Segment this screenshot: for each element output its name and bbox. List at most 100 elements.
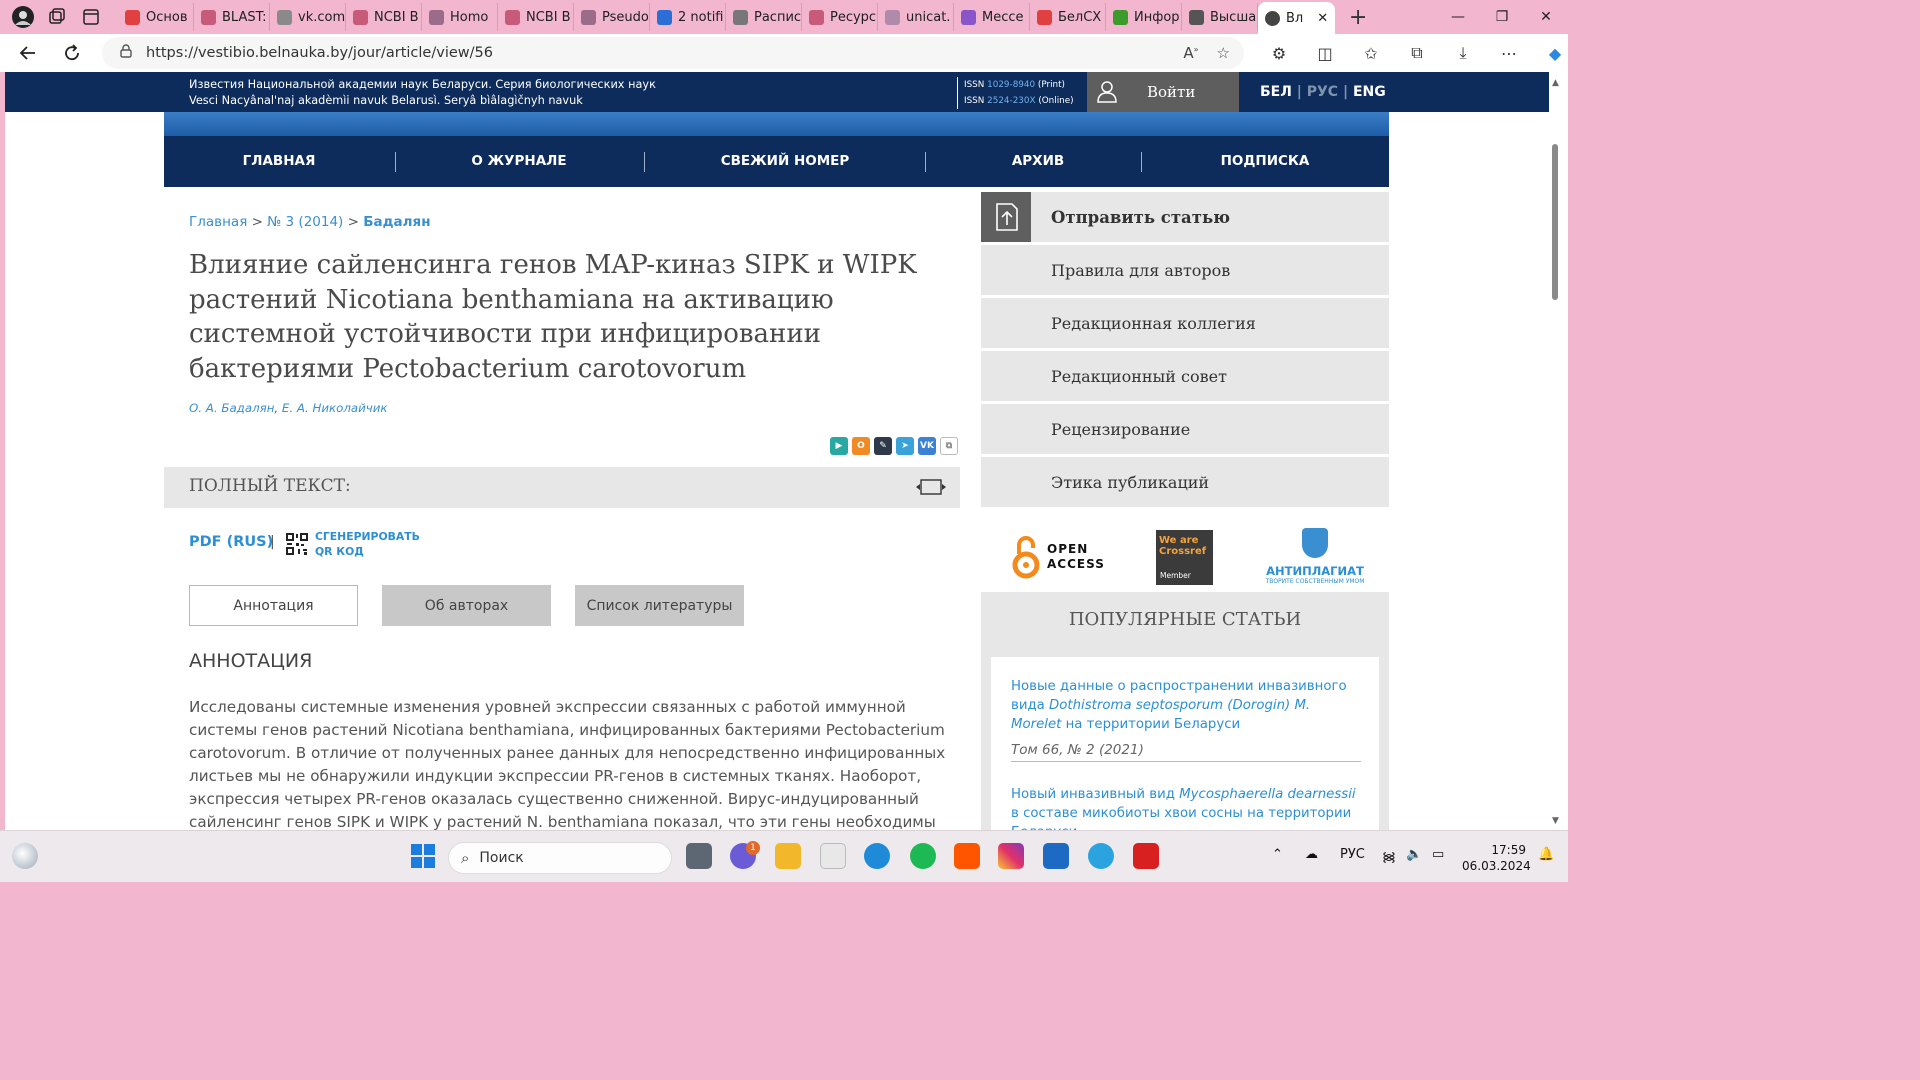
browser-tab[interactable]: Инфор <box>1106 3 1182 31</box>
scroll-up-icon[interactable]: ▲ <box>1552 78 1559 88</box>
browser-tab[interactable]: BLAST: <box>194 3 270 31</box>
close-window-button[interactable]: ✕ <box>1524 0 1568 34</box>
maximize-button[interactable]: ❐ <box>1480 0 1524 34</box>
nav-current-issue[interactable]: СВЕЖИЙ НОМЕР <box>704 153 866 169</box>
tab-authors[interactable]: Об авторах <box>382 585 551 626</box>
sidebar-item-author-rules[interactable]: Правила для авторов <box>981 245 1389 295</box>
system-clock[interactable]: 17:59 06.03.2024 <box>1462 842 1531 874</box>
onedrive-icon[interactable]: ☁ <box>1305 847 1318 862</box>
nav-archive[interactable]: АРХИВ <box>964 153 1112 169</box>
browser-tab[interactable]: Высша <box>1182 3 1258 31</box>
wifi-icon[interactable]: ᯼ <box>1382 847 1396 865</box>
file-explorer-icon[interactable] <box>775 843 801 869</box>
extensions-icon[interactable]: ⚙ <box>1256 44 1302 63</box>
refresh-icon[interactable] <box>50 36 94 70</box>
issn-print-link[interactable]: 1029-8940 <box>987 80 1035 90</box>
weather-icon[interactable] <box>12 843 38 869</box>
scrollbar-thumb[interactable] <box>1552 144 1558 300</box>
telegram-icon[interactable] <box>1088 843 1114 869</box>
expand-viewer-icon[interactable] <box>916 479 946 495</box>
microsoft-store-icon[interactable] <box>820 843 846 869</box>
popular-item-link[interactable]: Новый инвазивный вид Mycosphaerella dear… <box>1011 785 1361 830</box>
workspaces-icon[interactable] <box>44 4 70 30</box>
crossref-member-badge[interactable]: We are Crossref Member <box>1156 530 1213 585</box>
windows-start-icon[interactable] <box>410 843 436 869</box>
page-scrollbar[interactable]: ▲ ▼ <box>1549 72 1568 830</box>
back-icon[interactable] <box>6 36 50 70</box>
sidebar-item-editorial-council[interactable]: Редакционный совет <box>981 351 1389 401</box>
share-livejournal-pen-icon[interactable]: ✎ <box>874 437 892 455</box>
copilot-icon[interactable]: ◆ <box>1532 44 1578 63</box>
tab-references[interactable]: Список литературы <box>575 585 744 626</box>
taskbar-search[interactable]: ⌕ Поиск <box>448 842 672 874</box>
browser-tab[interactable]: vk.com <box>270 3 346 31</box>
keyboard-language[interactable]: РУС <box>1340 847 1365 862</box>
lang-bel[interactable]: БЕЛ <box>1260 84 1292 100</box>
browser-tab[interactable]: Pseudo <box>574 3 650 31</box>
task-view-icon[interactable] <box>686 843 712 869</box>
favorites-icon[interactable]: ✩ <box>1348 44 1394 63</box>
author-link[interactable]: О. А. Бадалян <box>189 401 274 415</box>
read-aloud-icon[interactable]: A» <box>1183 44 1198 62</box>
browser-tab[interactable]: БелСХ <box>1030 3 1106 31</box>
tab-active[interactable]: Вл ✕ <box>1258 2 1336 34</box>
word-icon[interactable] <box>1043 843 1069 869</box>
share-vk-icon[interactable]: VK <box>918 437 936 455</box>
share-telegram-icon[interactable]: ➤ <box>896 437 914 455</box>
open-access-logo[interactable]: OPEN ACCESS <box>1011 534 1105 580</box>
volume-icon[interactable]: 🔈 <box>1406 847 1422 862</box>
generate-qr-link[interactable]: СГЕНЕРИРОВАТЬ QR КОД <box>315 529 420 559</box>
split-screen-icon[interactable]: ◫ <box>1302 44 1348 63</box>
issn-online-link[interactable]: 2524-230X <box>987 96 1035 106</box>
browser-tab[interactable]: Homo <box>422 3 498 31</box>
soundcloud-icon[interactable] <box>954 843 980 869</box>
popular-item-link[interactable]: Новые данные о распространении инвазивно… <box>1011 677 1361 734</box>
spotify-icon[interactable] <box>910 843 936 869</box>
sidebar-item-review[interactable]: Рецензирование <box>981 404 1389 454</box>
acrobat-icon[interactable] <box>1133 843 1159 869</box>
lock-icon[interactable] <box>120 44 132 62</box>
pdf-link[interactable]: PDF (RUS) <box>189 534 273 550</box>
tab-actions-icon[interactable] <box>78 4 104 30</box>
close-tab-icon[interactable]: ✕ <box>1317 11 1328 26</box>
login-button[interactable]: Войти <box>1087 72 1239 112</box>
browser-tab[interactable]: Распис <box>726 3 802 31</box>
share-livejournal-icon[interactable]: ▶ <box>830 437 848 455</box>
share-odnoklassniki-icon[interactable]: О <box>852 437 870 455</box>
browser-tab[interactable]: Основ <box>118 3 194 31</box>
notifications-icon[interactable]: 🔔 <box>1538 847 1554 862</box>
browser-tab[interactable]: Мессе <box>954 3 1030 31</box>
sidebar-item-editorial-board[interactable]: Редакционная коллегия <box>981 298 1389 348</box>
tab-abstract[interactable]: Аннотация <box>189 585 358 626</box>
browser-tab[interactable]: NCBI B <box>346 3 422 31</box>
nav-home[interactable]: ГЛАВНАЯ <box>206 153 352 169</box>
sidebar-item-ethics[interactable]: Этика публикаций <box>981 457 1389 507</box>
antiplagiat-logo[interactable]: АНТИПЛАГИАТ ТВОРИТЕ СОБСТВЕННЫМ УМОМ <box>1265 528 1365 585</box>
instagram-icon[interactable] <box>998 843 1024 869</box>
collections-icon[interactable]: ⧉ <box>1394 43 1440 63</box>
lang-rus[interactable]: РУС <box>1307 84 1338 100</box>
author-link[interactable]: Е. А. Николайчик <box>282 401 388 415</box>
profile-avatar-icon[interactable] <box>10 4 36 30</box>
more-icon[interactable]: ⋯ <box>1486 44 1532 63</box>
browser-tab[interactable]: unicat. <box>878 3 954 31</box>
lang-eng[interactable]: ENG <box>1353 84 1386 100</box>
browser-tab[interactable]: 2 notifi <box>650 3 726 31</box>
sidebar-item-submit[interactable]: Отправить статью <box>981 192 1389 242</box>
battery-icon[interactable]: ▭ <box>1432 847 1444 862</box>
browser-tab[interactable]: NCBI B <box>498 3 574 31</box>
breadcrumb-issue[interactable]: № 3 (2014) <box>267 214 343 230</box>
chevron-up-icon[interactable]: ⌃ <box>1272 847 1283 862</box>
nav-subscription[interactable]: ПОДПИСКА <box>1192 153 1338 169</box>
qr-code-icon[interactable] <box>285 532 309 556</box>
scroll-down-icon[interactable]: ▼ <box>1552 816 1559 826</box>
browser-tab[interactable]: Ресурс <box>802 3 878 31</box>
new-tab-button[interactable]: + <box>1343 3 1373 31</box>
downloads-icon[interactable]: ⤓ <box>1440 43 1486 63</box>
share-copy-icon[interactable]: ⧉ <box>940 437 958 455</box>
breadcrumb-home[interactable]: Главная <box>189 214 247 230</box>
minimize-button[interactable]: — <box>1436 0 1480 34</box>
nav-about[interactable]: О ЖУРНАЛЕ <box>446 153 592 169</box>
favorite-star-icon[interactable]: ☆ <box>1217 44 1230 62</box>
url-field[interactable]: https://vestibio.belnauka.by/jour/articl… <box>102 37 1244 69</box>
